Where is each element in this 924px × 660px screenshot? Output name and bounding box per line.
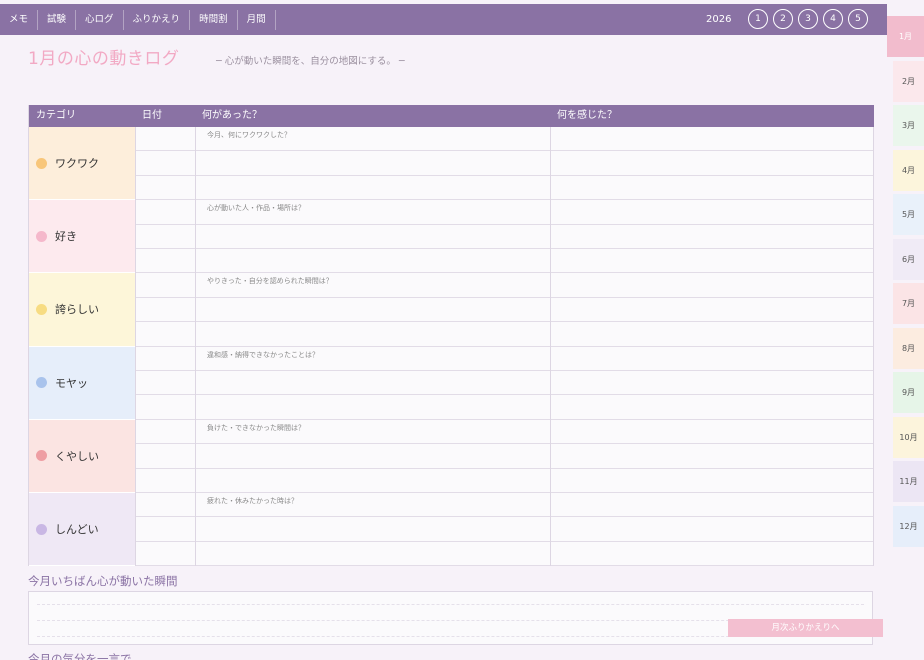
month-tab[interactable]: 6月 [893, 238, 924, 280]
row-prompt: 違和感・納得できなかったことは？ [207, 350, 319, 359]
nav-tab-exam[interactable]: 試験 [38, 9, 77, 30]
column-line [873, 127, 874, 566]
category-label: くやしい [55, 449, 99, 463]
row-line [135, 394, 874, 396]
mood-section-title: 今月の気分を一言で [28, 652, 132, 660]
category-cell: 好き [29, 200, 135, 274]
row-line [135, 296, 874, 298]
row-line [135, 565, 874, 567]
nav-tab-heart-log[interactable]: 心ログ [76, 9, 124, 30]
week-button-2[interactable]: 2 [773, 9, 793, 29]
nav-tab-review[interactable]: ふりかえり [124, 9, 191, 30]
category-cell: しんどい [29, 493, 135, 567]
month-tab[interactable]: 4月 [893, 149, 924, 191]
row-line [135, 540, 874, 542]
year-label: 2026 [706, 14, 732, 25]
category-dot-icon [36, 303, 47, 315]
row-prompt: 疲れた・休みたかった時は？ [207, 497, 298, 505]
month-tab[interactable]: 3月 [893, 105, 924, 146]
row-line [135, 443, 874, 445]
column-line [195, 127, 196, 566]
row-line [135, 321, 874, 323]
category-label: モヤッ [55, 376, 88, 390]
category-label: 好き [55, 230, 77, 244]
memo-section-title: 今月いちばん心が動いた瞬間 [28, 574, 178, 588]
nav-tab-memo[interactable]: メモ [0, 9, 39, 30]
row-prompt: やりきった・自分を認められた瞬間は？ [207, 277, 333, 286]
row-prompt: 心が動いた人・作品・場所は？ [207, 204, 305, 213]
month-tab[interactable]: 10月 [893, 416, 924, 458]
category-label: 誇らしい [55, 303, 99, 317]
month-tab[interactable]: 8月 [893, 327, 924, 369]
category-dot-icon [36, 157, 47, 169]
header-date: 日付 [142, 110, 162, 121]
page-subtitle: ─ 心が動いた瞬間を、自分の地図にする。 ─ [216, 56, 405, 67]
week-selector: 1 2 3 4 5 [748, 9, 868, 29]
row-line [135, 370, 874, 371]
month-tab[interactable]: 2月 [893, 60, 924, 102]
month-tab[interactable]: 9月 [893, 372, 924, 413]
row-line [135, 467, 874, 469]
column-line [550, 127, 551, 566]
header-category: カテゴリ [36, 110, 76, 121]
week-button-1[interactable]: 1 [748, 9, 768, 29]
month-tab[interactable]: 1月 [887, 16, 924, 57]
category-cell: ワクワク [29, 127, 135, 201]
top-nav-bar: メモ 試験 心ログ ふりかえり 時間割 月間 2026 1 2 3 4 5 [0, 4, 887, 35]
monthly-review-button[interactable]: 月次ふりかえりへ [728, 619, 883, 637]
page-title: 1月の心の動きログ [28, 49, 180, 69]
header-what: 何があった？ [202, 110, 262, 121]
category-cell: モヤッ [29, 346, 135, 420]
category-label: しんどい [55, 523, 99, 537]
category-dot-icon [36, 377, 47, 389]
week-button-4[interactable]: 4 [823, 9, 843, 29]
category-dot-icon [36, 230, 47, 242]
category-label: ワクワク [55, 157, 99, 171]
month-tab[interactable]: 7月 [893, 283, 924, 324]
row-prompt: 今月、何にワクワクした？ [207, 131, 291, 139]
row-line [135, 174, 874, 176]
category-cell: くやしい [29, 419, 135, 493]
nav-tab-monthly[interactable]: 月間 [238, 9, 276, 30]
column-line [135, 127, 136, 566]
nav-tab-timetable[interactable]: 時間割 [190, 9, 238, 30]
table-header: カテゴリ 日付 何があった？ 何を感じた？ [29, 105, 874, 127]
row-line [135, 223, 874, 225]
month-tab[interactable]: 5月 [893, 194, 924, 235]
week-button-3[interactable]: 3 [798, 9, 818, 29]
row-line [135, 248, 874, 249]
emotion-log-table: カテゴリ 日付 何があった？ 何を感じた？ ワクワク 今月、何にワクワクした？ 好き… [28, 105, 874, 567]
month-tab[interactable]: 11月 [893, 461, 924, 502]
category-cell: 誇らしい [29, 273, 135, 347]
week-button-5[interactable]: 5 [848, 9, 868, 29]
row-line [135, 516, 874, 518]
row-line [135, 150, 874, 152]
row-prompt: 負けた・できなかった瞬間は？ [207, 423, 305, 432]
category-dot-icon [36, 450, 47, 462]
category-dot-icon [36, 523, 47, 535]
month-tab[interactable]: 12月 [893, 505, 924, 547]
memo-rule-line [37, 604, 864, 605]
header-feel: 何を感じた？ [557, 110, 617, 121]
